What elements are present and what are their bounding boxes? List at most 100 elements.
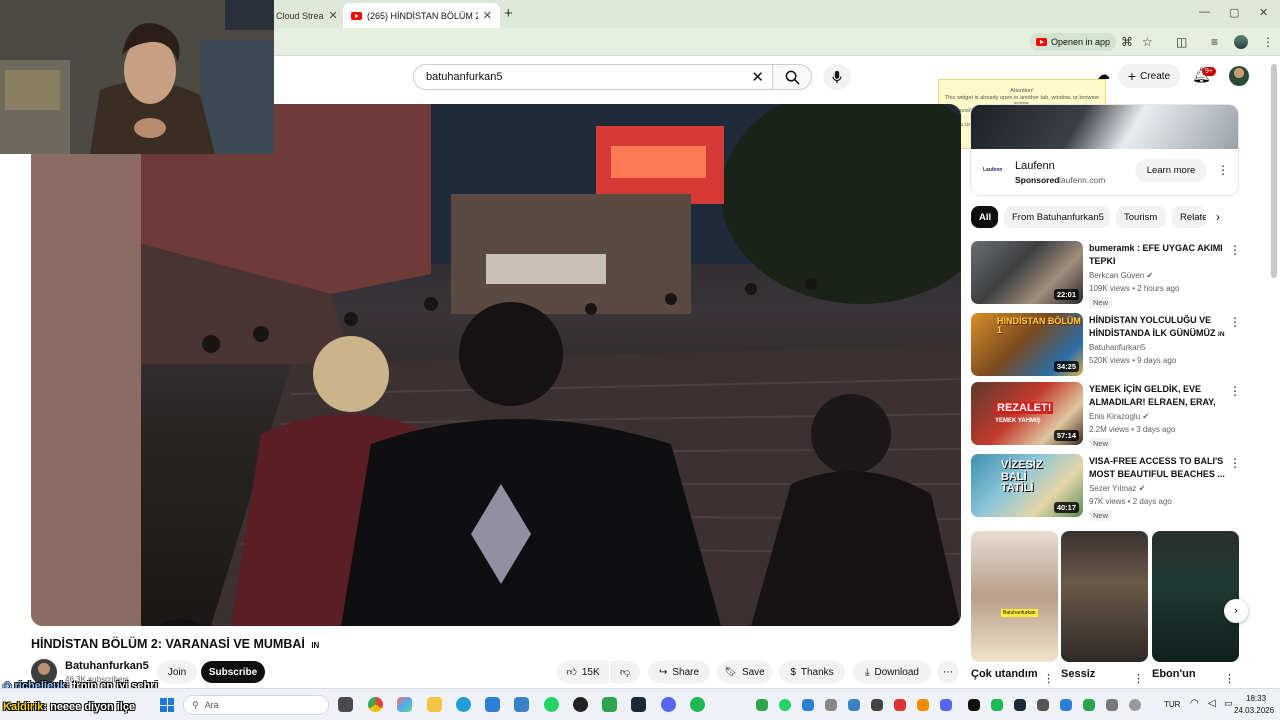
video-thumbnail[interactable]: REZALET! YEMEK YAHMIŞ 57:14: [971, 382, 1083, 445]
clock-date[interactable]: 24.03.2026: [1234, 706, 1274, 715]
voice-search-button[interactable]: [823, 64, 851, 90]
more-vertical-icon[interactable]: ⋮: [1043, 672, 1054, 685]
page-scrollbar[interactable]: [1271, 64, 1277, 278]
battery-icon[interactable]: ▭: [1224, 698, 1233, 709]
like-button[interactable]: 👍︎ 15K: [557, 661, 609, 683]
tray-icon[interactable]: [917, 699, 929, 711]
search-button[interactable]: [772, 64, 812, 90]
chip-related[interactable]: Relate: [1172, 206, 1206, 228]
recommended-channel[interactable]: Berkcan Güven ✔: [1089, 271, 1153, 280]
subscribe-button[interactable]: Subscribe: [201, 661, 265, 683]
learn-more-button[interactable]: Learn more: [1135, 159, 1207, 182]
save-button[interactable]: 🔖︎ Save: [717, 661, 772, 683]
tray-icon[interactable]: [1014, 699, 1026, 711]
taskbar-search-input[interactable]: ⚲ Ara: [183, 695, 329, 715]
wifi-icon[interactable]: ◠: [1190, 698, 1199, 709]
tray-icon[interactable]: [1083, 699, 1095, 711]
whatsapp-icon[interactable]: [544, 697, 559, 712]
minimize-window-icon[interactable]: —: [1199, 6, 1210, 18]
tab-youtube-video[interactable]: (265) HİNDİSTAN BÖLÜM 2: VA ✕: [343, 3, 500, 28]
clear-search-icon[interactable]: ✕: [751, 68, 764, 86]
more-actions-button[interactable]: ⋯: [937, 661, 959, 683]
more-vertical-icon[interactable]: ⋮: [1229, 384, 1241, 398]
media-control-icon[interactable]: ≡: [1211, 35, 1218, 49]
create-button[interactable]: + Create: [1118, 64, 1180, 88]
tray-icon[interactable]: [871, 699, 883, 711]
more-vertical-icon[interactable]: ⋮: [1133, 672, 1144, 685]
tray-icon[interactable]: [779, 699, 791, 711]
recommended-title[interactable]: VISA-FREE ACCESS TO BALI'S MOST BEAUTIFU…: [1089, 455, 1225, 481]
dislike-button[interactable]: 👎︎: [610, 661, 640, 683]
recommended-video[interactable]: VİZESİZ BALİ TATİLİ 40:17 VISA-FREE ACCE…: [971, 454, 1241, 521]
recommended-channel[interactable]: Sezer Yılmaz ✔: [1089, 484, 1145, 493]
tray-icon[interactable]: [756, 699, 768, 711]
chip-all[interactable]: All: [971, 206, 998, 228]
clock-time[interactable]: 18:33: [1246, 694, 1266, 703]
join-button[interactable]: Join: [157, 661, 197, 683]
more-vertical-icon[interactable]: ⋮: [1229, 456, 1241, 470]
recommended-channel[interactable]: Enis Kirazoglu ✔: [1089, 412, 1149, 421]
extensions-icon[interactable]: ◫: [1176, 35, 1187, 49]
video-thumbnail[interactable]: VİZESİZ BALİ TATİLİ 40:17: [971, 454, 1083, 517]
recommended-title[interactable]: YEMEK İÇİN GELDİK, EVE ALMADILAR! ELRAEN…: [1089, 383, 1225, 409]
close-window-icon[interactable]: ✕: [1259, 6, 1268, 19]
new-tab-icon[interactable]: +: [504, 5, 513, 22]
mail-icon[interactable]: [485, 697, 500, 712]
tray-icon[interactable]: [802, 699, 814, 711]
app-icon[interactable]: [514, 697, 529, 712]
more-vertical-icon[interactable]: ⋮: [1224, 672, 1235, 685]
short-title[interactable]: Sessiz: [1061, 668, 1095, 680]
recommended-video[interactable]: 22:01 bumeramk : EFE UYGAC AKIMI TEPKI B…: [971, 241, 1241, 308]
short-thumbnail[interactable]: Batuhanfurkan: [971, 531, 1058, 662]
keyboard-language[interactable]: TUR: [1164, 700, 1180, 709]
download-button[interactable]: ⤓ Download: [853, 661, 931, 683]
tab-cloud-stream[interactable]: Cloud Strea ✕: [268, 3, 340, 28]
account-avatar[interactable]: [1229, 66, 1249, 86]
tray-icon[interactable]: [968, 699, 980, 711]
tray-icon[interactable]: [1060, 699, 1072, 711]
task-view-icon[interactable]: [338, 697, 353, 712]
short-thumbnail[interactable]: [1152, 531, 1239, 662]
chip-from-channel[interactable]: From Batuhanfurkan5: [1004, 206, 1110, 228]
tray-icon[interactable]: [1037, 699, 1049, 711]
spotify-icon[interactable]: [690, 697, 705, 712]
volume-icon[interactable]: ◁: [1208, 698, 1216, 709]
chevron-right-icon[interactable]: ›: [1216, 210, 1220, 224]
thanks-button[interactable]: $ Thanks: [779, 661, 845, 683]
recommended-channel[interactable]: Batuhanfurkan5: [1089, 343, 1146, 352]
bookmark-star-icon[interactable]: ☆: [1142, 35, 1153, 49]
chevron-right-icon[interactable]: ›: [1224, 599, 1248, 623]
obs-icon[interactable]: [573, 697, 588, 712]
open-in-app-button[interactable]: Openen in app: [1030, 33, 1117, 51]
video-thumbnail[interactable]: 22:01: [971, 241, 1083, 304]
short-thumbnail[interactable]: [1061, 531, 1148, 662]
edge-icon[interactable]: [456, 697, 471, 712]
tray-icon[interactable]: [1129, 699, 1141, 711]
tray-icon[interactable]: [848, 699, 860, 711]
app-icon[interactable]: [397, 697, 412, 712]
short-title[interactable]: Ebon'un: [1152, 668, 1196, 680]
close-tab-icon[interactable]: ✕: [329, 9, 338, 22]
maximize-window-icon[interactable]: ▢: [1229, 6, 1239, 19]
file-explorer-icon[interactable]: [427, 697, 442, 712]
sponsored-ad-card[interactable]: Laufenn Laufenn Sponsored laufenn.com Le…: [970, 104, 1239, 196]
tray-icon[interactable]: [1106, 699, 1118, 711]
tray-icon[interactable]: [825, 699, 837, 711]
recommended-video[interactable]: REZALET! YEMEK YAHMIŞ 57:14 YEMEK İÇİN G…: [971, 382, 1241, 449]
recommended-title[interactable]: bumeramk : EFE UYGAC AKIMI TEPKI: [1089, 242, 1225, 268]
tray-icon[interactable]: [894, 699, 906, 711]
video-thumbnail[interactable]: HİNDİSTAN BÖLÜM 1 34:25: [971, 313, 1083, 376]
translate-icon[interactable]: ⌘: [1121, 35, 1133, 49]
tray-icon[interactable]: [940, 699, 952, 711]
video-player[interactable]: [31, 104, 961, 626]
tray-icon[interactable]: [991, 699, 1003, 711]
profile-avatar-icon[interactable]: [1234, 35, 1248, 49]
search-input[interactable]: batuhanfurkan5 ✕: [413, 64, 773, 90]
share-button[interactable]: ↪ Share: [648, 661, 710, 683]
close-tab-icon[interactable]: ✕: [483, 9, 492, 22]
discord-icon[interactable]: [661, 697, 676, 712]
chrome-icon[interactable]: [368, 697, 383, 712]
recommended-video[interactable]: HİNDİSTAN BÖLÜM 1 34:25 HİNDİSTAN YOLCUL…: [971, 313, 1241, 377]
more-vertical-icon[interactable]: ⋮: [1229, 243, 1241, 257]
steam-icon[interactable]: [631, 697, 646, 712]
